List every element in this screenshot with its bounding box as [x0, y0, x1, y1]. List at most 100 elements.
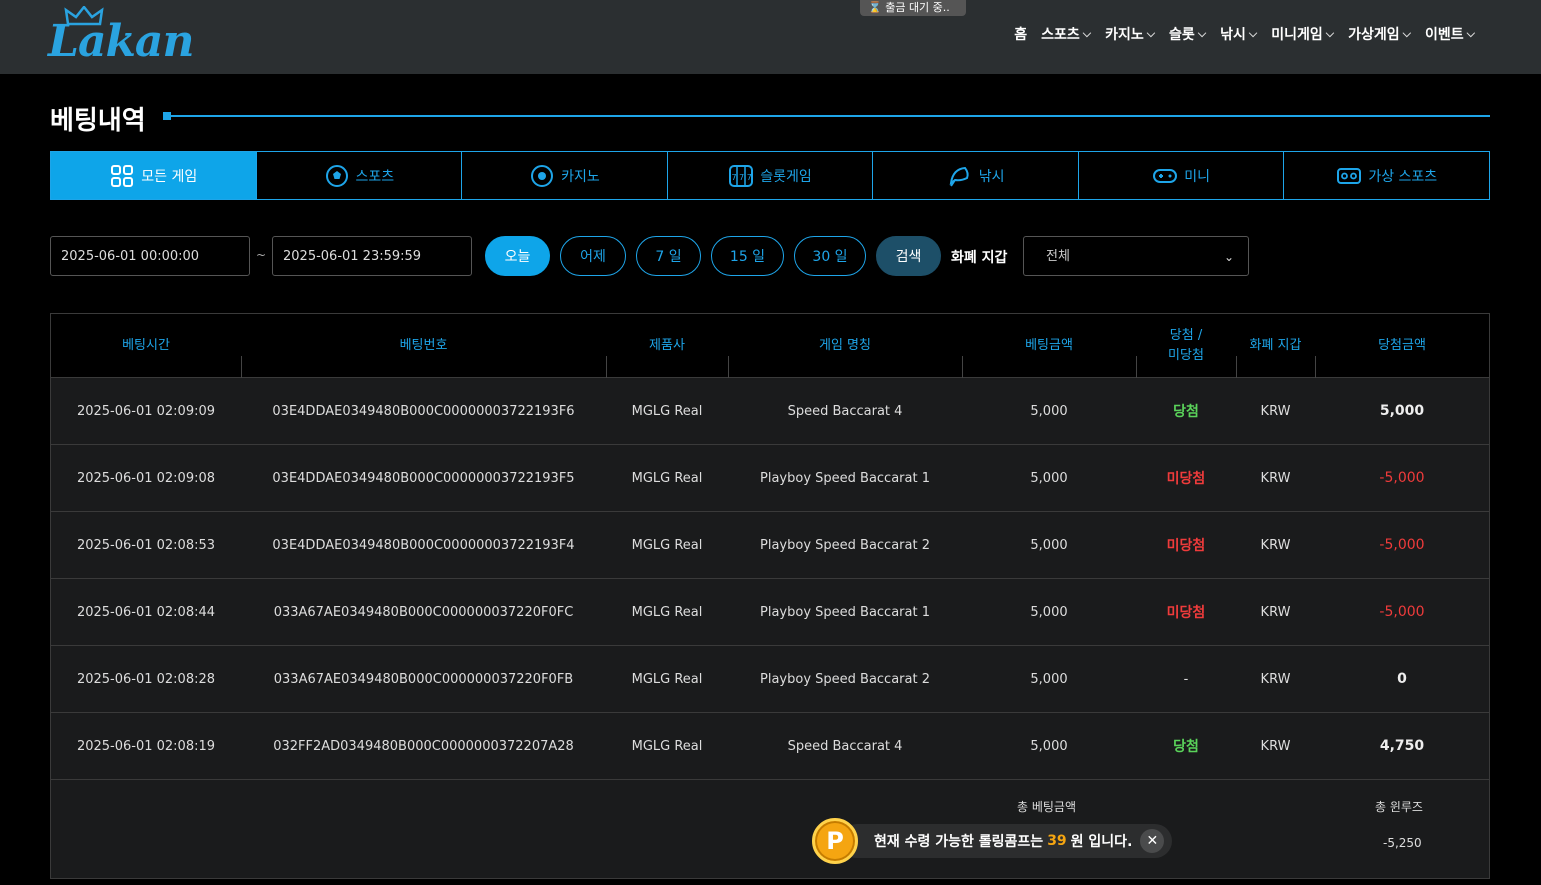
header-separator — [1136, 356, 1137, 378]
nav-item-5[interactable]: 미니게임 ⌵ — [1271, 24, 1334, 44]
nav-item-4[interactable]: 낚시 ⌵ — [1220, 24, 1257, 44]
table-cell: 미당첨 — [1136, 445, 1236, 511]
nav-item-7[interactable]: 이벤트 ⌵ — [1425, 24, 1475, 44]
table-cell: 5,000 — [962, 713, 1136, 779]
nav-item-1[interactable]: 스포츠 ⌵ — [1041, 24, 1091, 44]
col-result-cell: 당첨 — [1173, 404, 1199, 420]
table-cell: 5,000 — [962, 378, 1136, 444]
tab-6[interactable]: 가상 스포츠 — [1284, 152, 1489, 199]
close-icon[interactable]: ✕ — [1140, 829, 1165, 853]
site-logo[interactable]: Lakan — [48, 6, 198, 67]
table-cell: -5,000 — [1315, 445, 1489, 511]
today-button[interactable]: 오늘 — [485, 236, 550, 276]
fish-icon — [949, 166, 969, 187]
tab-2[interactable]: 카지노 — [462, 152, 668, 199]
table-cell: KRW — [1236, 579, 1315, 645]
gamepad-icon — [1153, 168, 1178, 183]
table-cell: 당첨 — [1136, 713, 1236, 779]
col-bet-amount-cell: 5,000 — [1030, 470, 1068, 486]
col-vendor-header: 제품사 — [649, 338, 685, 353]
currency-wallet-select[interactable]: 전체 ⌄ — [1023, 236, 1249, 276]
pending-text: 출금 대기 중.. — [885, 1, 950, 14]
tab-5[interactable]: 미니 — [1079, 152, 1285, 199]
chevron-down-icon: ⌄ — [1223, 250, 1234, 264]
table-cell: KRW — [1236, 713, 1315, 779]
col-payout-cell: 4,750 — [1379, 738, 1425, 754]
col-vendor-cell: MGLG Real — [631, 403, 703, 419]
nav-label: 가상게임 — [1348, 27, 1400, 43]
table-cell: MGLG Real — [606, 646, 728, 712]
nav-item-0[interactable]: 홈 — [1014, 24, 1027, 44]
page-title: 베팅내역 — [50, 106, 146, 136]
col-result-cell: 미당첨 — [1166, 538, 1206, 554]
col-payout-cell: 5,000 — [1379, 403, 1425, 419]
chevron-down-icon: ⌵ — [1248, 27, 1258, 40]
table-cell: 5,000 — [962, 512, 1136, 578]
table-cell: 미당첨 — [1136, 512, 1236, 578]
table-cell: MGLG Real — [606, 713, 728, 779]
table-cell: Speed Baccarat 4 — [728, 378, 962, 444]
chevron-down-icon: ⌵ — [1325, 27, 1335, 40]
table-row: 2025-06-01 02:09:08 03E4DDAE0349480B000C0… — [51, 445, 1489, 512]
30-days-button[interactable]: 30 일 — [794, 236, 866, 276]
header-separator — [241, 356, 242, 378]
15-days-button[interactable]: 15 일 — [711, 236, 784, 276]
toast-amount: 39 — [1047, 833, 1067, 849]
tab-0[interactable]: 모든 게임 — [51, 152, 257, 199]
total-bet-label: 총 베팅금액 — [1017, 800, 1077, 814]
col-bet-time-cell: 2025-06-01 02:08:28 — [76, 671, 216, 687]
nav-label: 미니게임 — [1271, 27, 1323, 43]
col-vendor-cell: MGLG Real — [631, 738, 703, 754]
nav-label: 카지노 — [1105, 27, 1144, 43]
svg-text:7 7 7: 7 7 7 — [732, 173, 752, 182]
col-vendor-cell: MGLG Real — [631, 671, 703, 687]
tab-label: 모든 게임 — [141, 168, 198, 185]
slot-machine-icon: 7 7 7 — [729, 164, 754, 187]
nav-item-2[interactable]: 카지노 ⌵ — [1105, 24, 1155, 44]
table-cell: 5,000 — [962, 579, 1136, 645]
col-bet-number-cell: 033A67AE0349480B000C000000037220F0FB — [273, 671, 574, 687]
hourglass-icon: ⌛ — [868, 1, 882, 14]
col-currency-cell: KRW — [1260, 537, 1291, 553]
table-cell: -5,000 — [1315, 579, 1489, 645]
top-header: Lakan ⌛ 출금 대기 중.. 홈 스포츠 ⌵ 카지노 ⌵ 슬롯 ⌵ 낚시 ⌵ 미니게임 ⌵ 가상… — [0, 0, 1541, 74]
table-cell: 03E4DDAE0349480B000C00000003722193F5 — [241, 445, 606, 511]
col-bet-time-cell: 2025-06-01 02:08:44 — [76, 604, 216, 620]
withdraw-pending-badge[interactable]: ⌛ 출금 대기 중.. — [860, 0, 966, 16]
col-result-cell: - — [1183, 671, 1189, 687]
col-bet-amount-cell: 5,000 — [1030, 604, 1068, 620]
table-cell: KRW — [1236, 378, 1315, 444]
col-vendor-cell: MGLG Real — [631, 604, 703, 620]
nav-item-3[interactable]: 슬롯 ⌵ — [1169, 24, 1206, 44]
col-game-name-cell: Speed Baccarat 4 — [787, 403, 903, 419]
tab-3[interactable]: 7 7 7 슬롯게임 — [668, 152, 874, 199]
col-bet-time-cell: 2025-06-01 02:08:53 — [76, 537, 216, 553]
currency-wallet-label: 화폐 지갑 — [951, 250, 1008, 266]
7-days-button[interactable]: 7 일 — [636, 236, 701, 276]
table-cell: 0 — [1315, 646, 1489, 712]
table-row: 2025-06-01 02:08:28 033A67AE0349480B000C0… — [51, 646, 1489, 713]
logo-text: Lakan — [48, 16, 194, 67]
table-cell: 2025-06-01 02:08:19 — [51, 713, 241, 779]
col-currency-header: 화폐 지갑 — [1249, 338, 1302, 353]
nav-label: 낚시 — [1220, 27, 1246, 43]
search-button[interactable]: 검색 — [876, 236, 941, 276]
header-separator — [1315, 356, 1316, 378]
table-row: 2025-06-01 02:08:44 033A67AE0349480B000C0… — [51, 579, 1489, 646]
table-cell: Playboy Speed Baccarat 2 — [728, 646, 962, 712]
main-nav: 홈 스포츠 ⌵ 카지노 ⌵ 슬롯 ⌵ 낚시 ⌵ 미니게임 ⌵ 가상게임 ⌵ 이벤트 ⌵ — [1014, 24, 1475, 44]
tab-label: 가상 스포츠 — [1368, 168, 1438, 185]
yesterday-button[interactable]: 어제 — [560, 236, 626, 276]
table-row: 2025-06-01 02:08:53 03E4DDAE0349480B000C0… — [51, 512, 1489, 579]
start-date-input[interactable]: 2025-06-01 00:00:00 — [50, 236, 250, 276]
tab-1[interactable]: 스포츠 — [257, 152, 463, 199]
table-cell: MGLG Real — [606, 579, 728, 645]
col-game-name-header: 게임 명칭 — [819, 338, 871, 353]
tab-4[interactable]: 낚시 — [873, 152, 1079, 199]
nav-label: 스포츠 — [1041, 27, 1080, 43]
end-date-input[interactable]: 2025-06-01 23:59:59 — [272, 236, 472, 276]
grid-icon — [111, 164, 134, 187]
col-payout-cell: -5,000 — [1379, 604, 1425, 620]
nav-item-6[interactable]: 가상게임 ⌵ — [1348, 24, 1411, 44]
table-cell: KRW — [1236, 512, 1315, 578]
